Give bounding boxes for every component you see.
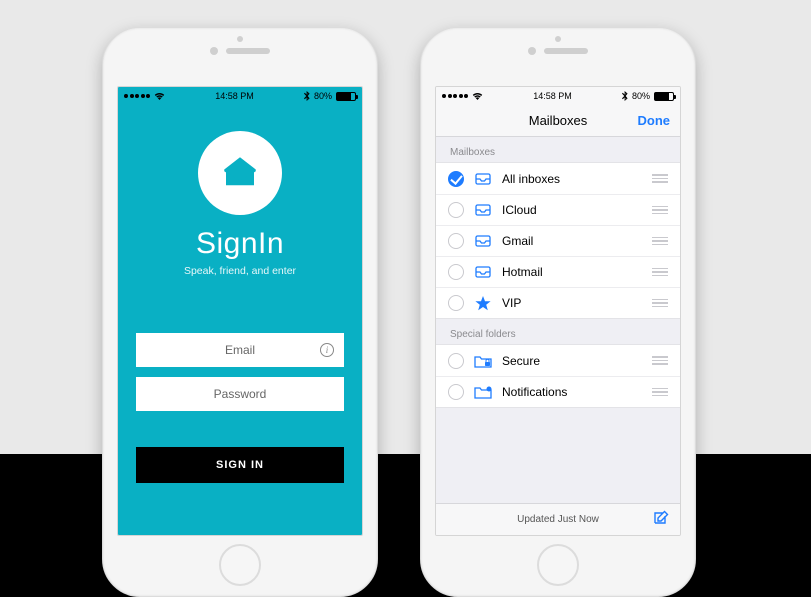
- wifi-icon: [472, 92, 483, 100]
- battery-icon: [654, 92, 674, 101]
- sensor-dot: [237, 36, 243, 42]
- phone-frame-mail: 14:58 PM 80% Mailboxes Done Mailboxes Al…: [420, 27, 696, 597]
- home-button[interactable]: [537, 544, 579, 586]
- mailbox-label: ICloud: [502, 203, 642, 217]
- mailbox-label: Notifications: [502, 385, 642, 399]
- status-bar: 14:58 PM 80%: [118, 87, 362, 105]
- tray-icon: [474, 235, 492, 247]
- signal-dots-icon: [442, 94, 468, 98]
- compose-icon[interactable]: [652, 509, 670, 530]
- signal-dots-icon: [124, 94, 150, 98]
- mailbox-row[interactable]: Hotmail: [436, 256, 680, 287]
- radio-checked-icon[interactable]: [448, 171, 464, 187]
- mailbox-label: Secure: [502, 354, 642, 368]
- section-special-label: Special folders: [436, 319, 680, 344]
- bluetooth-icon: [622, 91, 628, 101]
- radio-unchecked-icon[interactable]: [448, 353, 464, 369]
- mailbox-label: VIP: [502, 296, 642, 310]
- mailbox-label: Hotmail: [502, 265, 642, 279]
- reorder-grip-icon[interactable]: [652, 206, 668, 215]
- signin-button[interactable]: SIGN IN: [136, 447, 344, 483]
- battery-percent: 80%: [632, 91, 650, 101]
- email-field[interactable]: Email i: [136, 333, 344, 367]
- battery-percent: 80%: [314, 91, 332, 101]
- tray-icon: [474, 266, 492, 278]
- mockup-stage: 14:58 PM 80% SignIn Speak, friend, and e: [0, 0, 811, 597]
- mailbox-row[interactable]: All inboxes: [436, 163, 680, 194]
- screen-mailboxes: 14:58 PM 80% Mailboxes Done Mailboxes Al…: [435, 86, 681, 536]
- envelope-open-icon: [219, 152, 261, 194]
- mail-panel: Mailboxes Done Mailboxes All inboxes IClo…: [436, 105, 680, 535]
- reorder-grip-icon[interactable]: [652, 174, 668, 183]
- bluetooth-icon: [304, 91, 310, 101]
- radio-unchecked-icon[interactable]: [448, 384, 464, 400]
- phone-frame-signin: 14:58 PM 80% SignIn Speak, friend, and e: [102, 27, 378, 597]
- folder-badge-icon: [474, 385, 492, 399]
- radio-unchecked-icon[interactable]: [448, 295, 464, 311]
- navbar: Mailboxes Done: [436, 105, 680, 137]
- signin-subtitle: Speak, friend, and enter: [184, 265, 296, 277]
- radio-unchecked-icon[interactable]: [448, 264, 464, 280]
- section-mailboxes-label: Mailboxes: [436, 137, 680, 162]
- special-list: Secure Notifications: [436, 344, 680, 408]
- reorder-grip-icon[interactable]: [652, 388, 668, 397]
- tray-icon: [474, 204, 492, 216]
- home-button[interactable]: [219, 544, 261, 586]
- star-icon: [474, 296, 492, 311]
- status-time: 14:58 PM: [215, 91, 254, 101]
- sensor-dot: [555, 36, 561, 42]
- mailbox-label: All inboxes: [502, 172, 642, 186]
- status-bar: 14:58 PM 80%: [436, 87, 680, 105]
- earpiece: [103, 47, 377, 55]
- done-button[interactable]: Done: [638, 113, 671, 128]
- folder-lock-icon: [474, 354, 492, 368]
- reorder-grip-icon[interactable]: [652, 268, 668, 277]
- radio-unchecked-icon[interactable]: [448, 202, 464, 218]
- mailbox-row[interactable]: Secure: [436, 345, 680, 376]
- mailbox-row[interactable]: ICloud: [436, 194, 680, 225]
- password-placeholder: Password: [214, 387, 267, 401]
- mailboxes-list: All inboxes ICloud Gmail Hotmail VIP: [436, 162, 680, 319]
- mailbox-row[interactable]: Gmail: [436, 225, 680, 256]
- earpiece: [421, 47, 695, 55]
- status-time: 14:58 PM: [533, 91, 572, 101]
- reorder-grip-icon[interactable]: [652, 237, 668, 246]
- reorder-grip-icon[interactable]: [652, 356, 668, 365]
- screen-signin: 14:58 PM 80% SignIn Speak, friend, and e: [117, 86, 363, 536]
- updated-label: Updated Just Now: [517, 514, 599, 525]
- password-field[interactable]: Password: [136, 377, 344, 411]
- app-logo: [198, 131, 282, 215]
- email-placeholder: Email: [225, 343, 255, 357]
- info-icon[interactable]: i: [320, 343, 334, 357]
- mailbox-row[interactable]: VIP: [436, 287, 680, 318]
- radio-unchecked-icon[interactable]: [448, 233, 464, 249]
- navbar-title: Mailboxes: [529, 113, 588, 128]
- wifi-icon: [154, 92, 165, 100]
- toolbar: Updated Just Now: [436, 503, 680, 535]
- signin-panel: SignIn Speak, friend, and enter Email i …: [118, 105, 362, 535]
- signin-button-label: SIGN IN: [216, 459, 264, 471]
- tray-icon: [474, 173, 492, 185]
- mailbox-label: Gmail: [502, 234, 642, 248]
- reorder-grip-icon[interactable]: [652, 299, 668, 308]
- signin-title: SignIn: [196, 227, 284, 261]
- battery-icon: [336, 92, 356, 101]
- mailbox-row[interactable]: Notifications: [436, 376, 680, 407]
